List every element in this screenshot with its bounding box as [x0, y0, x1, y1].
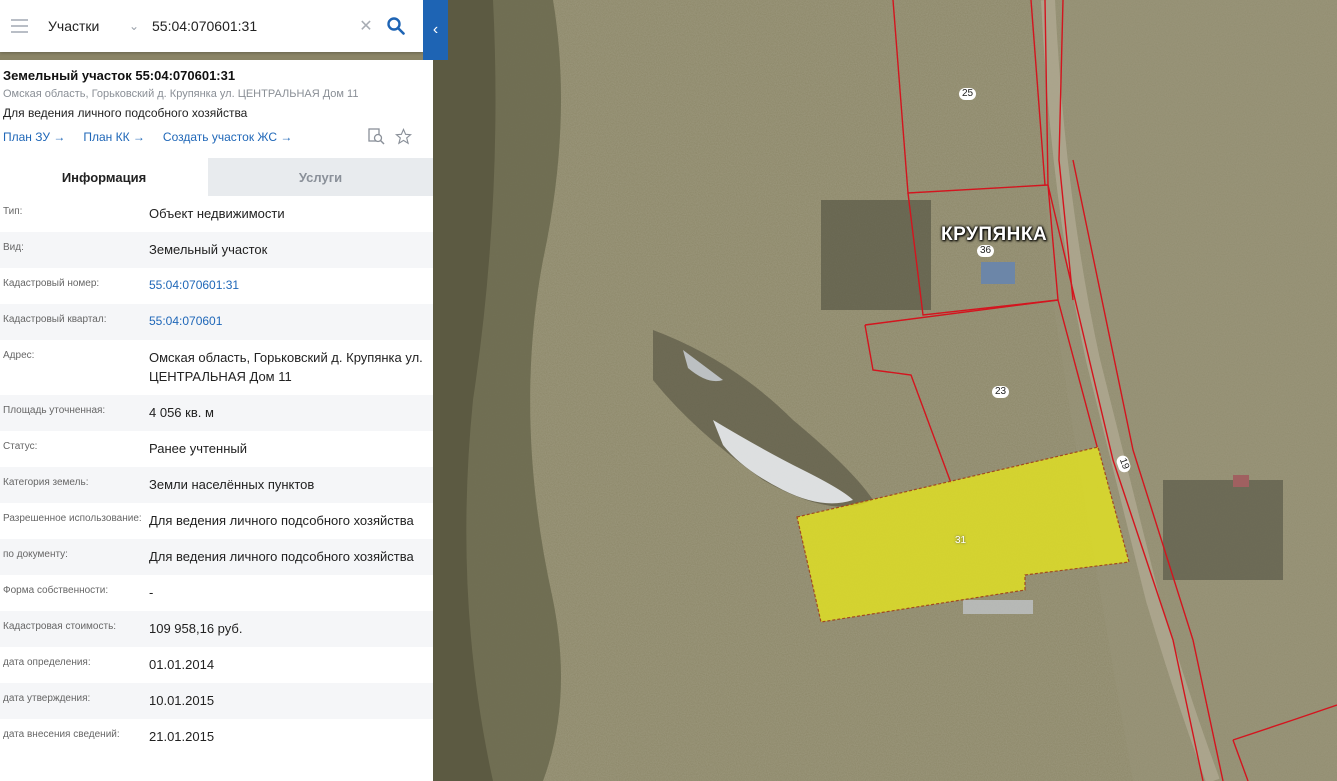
row-value: Земли населённых пунктов	[149, 477, 315, 492]
row-label: Вид:	[3, 242, 24, 253]
list-item: Вид: Земельный участок	[0, 232, 433, 268]
row-label: дата внесения сведений:	[3, 729, 120, 740]
row-label: Кадастровый номер:	[3, 278, 100, 289]
row-label: Площадь уточненная:	[3, 405, 106, 416]
cadastral-quarter-link[interactable]: 55:04:070601	[149, 312, 433, 331]
cadastral-number-link[interactable]: 55:04:070601:31	[149, 276, 433, 295]
search-on-map-icon[interactable]	[368, 128, 385, 145]
object-address: Омская область, Горьковский д. Крупянка …	[3, 88, 359, 100]
row-value: 10.01.2015	[149, 693, 215, 708]
list-item: Адрес: Омская область, Горьковский д. Кру…	[0, 340, 433, 395]
row-value: 21.01.2015	[149, 729, 215, 744]
search-icon	[387, 17, 405, 35]
row-label: дата определения:	[3, 657, 91, 668]
plan-zu-link[interactable]: План ЗУ →	[3, 130, 65, 144]
search-type-select[interactable]: Участки	[38, 18, 124, 34]
satellite-map[interactable]	[433, 0, 1337, 781]
row-value: Объект недвижимости	[149, 206, 285, 221]
row-label: Разрешенное использование:	[3, 513, 142, 524]
search-button[interactable]	[376, 0, 416, 52]
page-title: Земельный участок 55:04:070601:31	[3, 68, 236, 83]
row-label: Кадастровая стоимость:	[3, 621, 117, 632]
attribute-list: Тип: Объект недвижимости Вид: Земельный уч…	[0, 196, 433, 755]
plan-kk-link[interactable]: План КК →	[83, 130, 145, 144]
row-value: -	[149, 585, 154, 600]
row-value: 109 958,16 руб.	[149, 621, 243, 636]
list-item: по документу: Для ведения личного подсобн…	[0, 539, 433, 575]
row-label: Категория земель:	[3, 477, 89, 488]
row-label: по документу:	[3, 549, 68, 560]
row-value: 01.01.2014	[149, 657, 215, 672]
list-item: Статус: Ранее учтенный	[0, 431, 433, 467]
row-label: Тип:	[3, 206, 23, 217]
plot-number-25[interactable]: 25	[959, 88, 977, 100]
object-usage: Для ведения личного подсобного хозяйства	[3, 106, 248, 120]
star-icon[interactable]	[395, 128, 412, 145]
tab-information[interactable]: Информация	[0, 158, 208, 196]
row-value: Для ведения личного подсобного хозяйства	[149, 549, 414, 564]
tab-services[interactable]: Услуги	[208, 158, 433, 196]
search-bar: Участки ⌄ ✕	[0, 0, 423, 52]
plot-number-36[interactable]: 36	[977, 245, 995, 257]
info-panel: Земельный участок 55:04:070601:31 Омская…	[0, 60, 433, 781]
map-view[interactable]: КРУПЯНКА 25 36 23 31 19	[433, 0, 1337, 781]
row-label: Кадастровый квартал:	[3, 314, 107, 325]
row-value: Для ведения личного подсобного хозяйства	[149, 513, 414, 528]
chevron-left-icon: ‹	[432, 21, 439, 38]
collapse-panel-button[interactable]: ‹	[423, 0, 448, 60]
list-item: Кадастровый квартал: 55:04:070601	[0, 304, 433, 340]
action-links: План ЗУ → План КК → Создать участок ЖС →	[0, 120, 433, 145]
list-item: Разрешенное использование: Для ведения ли…	[0, 503, 433, 539]
list-item: дата утверждения: 10.01.2015	[0, 683, 433, 719]
plot-number-23[interactable]: 23	[992, 386, 1010, 398]
row-label: Адрес:	[3, 350, 35, 361]
town-label: КРУПЯНКА	[941, 224, 1048, 245]
row-value: Омская область, Горьковский д. Крупянка …	[149, 350, 423, 384]
list-item: Кадастровый номер: 55:04:070601:31	[0, 268, 433, 304]
list-item: Категория земель: Земли населённых пункто…	[0, 467, 433, 503]
row-value: 4 056 кв. м	[149, 405, 214, 420]
row-value: Земельный участок	[149, 242, 268, 257]
list-item: дата внесения сведений: 21.01.2015	[0, 719, 433, 755]
list-item: дата определения: 01.01.2014	[0, 647, 433, 683]
row-label: Статус:	[3, 441, 38, 452]
list-item: Тип: Объект недвижимости	[0, 196, 433, 232]
chevron-down-icon[interactable]: ⌄	[124, 19, 144, 33]
plot-number-31[interactable]: 31	[952, 535, 969, 547]
menu-icon[interactable]	[0, 0, 38, 52]
list-item: Площадь уточненная: 4 056 кв. м	[0, 395, 433, 431]
tab-bar: Информация Услуги	[0, 158, 433, 196]
close-icon[interactable]: ✕	[356, 16, 376, 36]
row-value: Ранее учтенный	[149, 441, 247, 456]
row-label: Форма собственности:	[3, 585, 109, 596]
row-label: дата утверждения:	[3, 693, 91, 704]
list-item: Кадастровая стоимость: 109 958,16 руб.	[0, 611, 433, 647]
search-input[interactable]	[152, 18, 352, 34]
create-plot-link[interactable]: Создать участок ЖС →	[163, 130, 292, 144]
list-item: Форма собственности: -	[0, 575, 433, 611]
